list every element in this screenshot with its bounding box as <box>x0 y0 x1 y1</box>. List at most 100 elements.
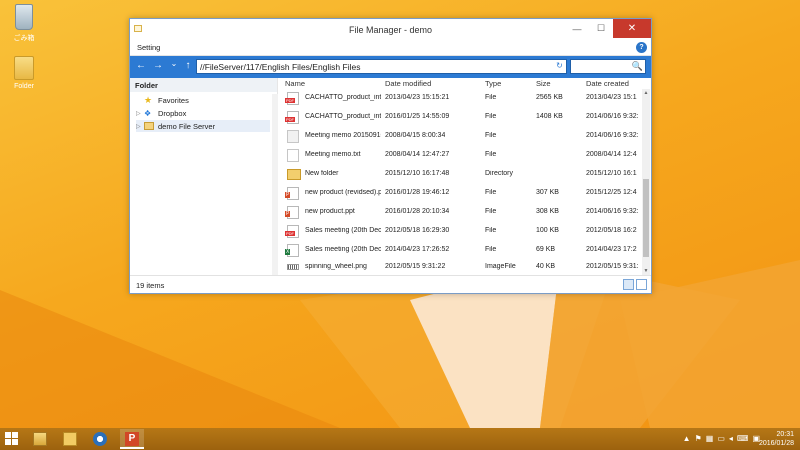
file-list-scrollbar[interactable]: ▲ ▼ <box>642 89 650 275</box>
file-name: spinning_wheel.png <box>305 263 367 270</box>
folder-pane: Folder ★ Favorites ▷ ❖ Dropbox ▷ demo Fi… <box>130 78 278 275</box>
file-name: Sales meeting (20th Dec). <box>305 246 381 253</box>
file-type: File <box>485 246 497 253</box>
file-created: 2014/04/23 17:2 <box>586 246 637 253</box>
column-header-type[interactable]: Type <box>485 79 501 88</box>
taskbar: P ▲ ⚑ ▦ ▭ ◂ ⌨ ▣ 20:31 2016/01/28 <box>0 428 800 450</box>
file-row[interactable]: new product.ppt 2016/01/28 20:10:34 File… <box>278 203 644 222</box>
taskbar-mail-client[interactable] <box>88 429 112 449</box>
help-icon[interactable]: ? <box>636 42 647 53</box>
file-created: 2015/12/10 16:1 <box>586 170 637 177</box>
navigation-bar: ← → ⌄ ↑ //FileServer/117/English Files/E… <box>130 56 651 78</box>
file-row[interactable]: Meeting memo 20150916 2008/04/15 8:00:34… <box>278 127 644 146</box>
chevron-right-icon[interactable]: ▷ <box>136 123 144 130</box>
desktop-folder[interactable]: Folder <box>4 56 44 90</box>
file-type: ImageFile <box>485 263 516 270</box>
up-button[interactable]: ↑ <box>181 60 195 71</box>
tree-item-demo-file-server[interactable]: ▷ demo File Server <box>136 120 270 132</box>
file-modified: 2016/01/28 20:10:34 <box>385 208 450 215</box>
chevron-up-icon[interactable]: ▲ <box>683 434 691 443</box>
tree-item-dropbox[interactable]: ▷ ❖ Dropbox <box>136 107 186 119</box>
taskbar-folder[interactable] <box>58 429 82 449</box>
keyboard-icon[interactable]: ⌨ <box>737 434 749 443</box>
minimize-button[interactable]: — <box>565 19 589 38</box>
folder-icon <box>14 56 34 80</box>
file-row[interactable]: Sales meeting (20th Dec). 2012/05/18 16:… <box>278 222 644 241</box>
file-row[interactable]: new product (revidsed).pp 2016/01/28 19:… <box>278 184 644 203</box>
file-row[interactable]: spinning_wheel.png 2012/05/15 9:31:22 Im… <box>278 258 644 275</box>
desktop-icon-label: Folder <box>14 83 34 90</box>
address-input[interactable]: //FileServer/117/English Files/English F… <box>196 59 567 74</box>
scroll-up-icon[interactable]: ▲ <box>642 90 650 96</box>
tree-item-label: demo File Server <box>158 121 216 131</box>
refresh-icon[interactable]: ↻ <box>554 61 565 72</box>
volume-icon[interactable]: ◂ <box>729 434 733 443</box>
column-header-size[interactable]: Size <box>536 79 551 88</box>
details-view-button[interactable] <box>623 279 634 290</box>
excel-file-icon <box>285 244 299 257</box>
search-icon[interactable]: 🔍 <box>632 61 643 72</box>
tree-item-favorites[interactable]: ★ Favorites <box>136 94 189 106</box>
column-header-date-created[interactable]: Date created <box>586 79 629 88</box>
mail-client-icon <box>93 432 107 446</box>
star-icon: ★ <box>144 94 153 105</box>
file-type: File <box>485 113 497 120</box>
file-modified: 2008/04/15 8:00:34 <box>385 132 446 139</box>
network-icon[interactable]: ▦ <box>706 434 714 443</box>
scroll-thumb[interactable] <box>643 179 649 257</box>
file-size: 100 KB <box>536 227 559 234</box>
window-controls: — ☐ ✕ <box>565 19 651 38</box>
taskbar-powerpoint[interactable]: P <box>120 429 144 449</box>
scroll-down-icon[interactable]: ▼ <box>642 268 650 274</box>
chevron-right-icon[interactable]: ▷ <box>136 110 144 117</box>
forward-button[interactable]: → <box>151 60 165 71</box>
clock[interactable]: 20:31 2016/01/28 <box>759 430 794 448</box>
file-type: File <box>485 227 497 234</box>
menu-setting[interactable]: Setting <box>137 43 160 52</box>
tiles-view-button[interactable] <box>636 279 647 290</box>
back-button[interactable]: ← <box>134 60 148 71</box>
menu-bar: Setting ? <box>130 40 651 56</box>
search-input[interactable]: 🔍 <box>570 59 646 74</box>
folder-icon <box>63 432 77 446</box>
column-header-date-modified[interactable]: Date modified <box>385 79 431 88</box>
desktop-icon-label: ごみ箱 <box>13 35 35 42</box>
file-row[interactable]: CACHATTO_product_intro 2013/04/23 15:15:… <box>278 89 644 108</box>
file-modified: 2014/04/23 17:26:52 <box>385 246 450 253</box>
file-name: CACHATTO_product_intro <box>305 113 381 120</box>
file-type: File <box>485 132 497 139</box>
recycle-bin-icon <box>15 4 33 30</box>
file-row[interactable]: CACHATTO_product_intro 2016/01/25 14:55:… <box>278 108 644 127</box>
file-type: File <box>485 189 497 196</box>
column-header-name[interactable]: Name <box>285 79 305 88</box>
taskbar-file-explorer[interactable] <box>28 429 52 449</box>
powerpoint-file-icon <box>285 206 299 219</box>
desktop-recycle-bin[interactable]: ごみ箱 <box>4 4 44 43</box>
file-type: File <box>485 151 497 158</box>
file-modified: 2016/01/28 19:46:12 <box>385 189 450 196</box>
file-name: new product (revidsed).pp <box>305 189 381 196</box>
windows-start-icon[interactable] <box>5 432 19 446</box>
folder-icon <box>287 169 301 180</box>
pdf-file-icon <box>285 225 299 238</box>
file-row[interactable]: Meeting memo.txt 2008/04/14 12:47:27 Fil… <box>278 146 644 165</box>
powerpoint-file-icon <box>285 187 299 200</box>
document-file-icon <box>287 130 299 143</box>
title-bar[interactable]: File Manager - demo — ☐ ✕ <box>130 19 651 40</box>
close-button[interactable]: ✕ <box>613 19 651 38</box>
flag-icon[interactable]: ⚑ <box>695 434 702 443</box>
file-size: 40 KB <box>536 263 556 270</box>
file-size: 1408 KB <box>536 113 563 120</box>
file-name: new product.ppt <box>305 208 355 215</box>
text-file-icon <box>287 149 299 162</box>
history-dropdown-button[interactable]: ⌄ <box>167 59 181 68</box>
file-type: Directory <box>485 170 514 177</box>
battery-icon[interactable]: ▭ <box>717 434 725 443</box>
file-created: 2013/04/23 15:1 <box>586 94 637 101</box>
file-created: 2015/12/25 12:4 <box>586 189 637 196</box>
file-modified: 2015/12/10 16:17:48 <box>385 170 450 177</box>
file-manager-window: File Manager - demo — ☐ ✕ Setting ? ← → … <box>129 18 652 294</box>
maximize-button[interactable]: ☐ <box>589 19 613 38</box>
file-name: Sales meeting (20th Dec). <box>305 227 381 234</box>
file-row[interactable]: New folder 2015/12/10 16:17:48 Directory… <box>278 165 644 184</box>
